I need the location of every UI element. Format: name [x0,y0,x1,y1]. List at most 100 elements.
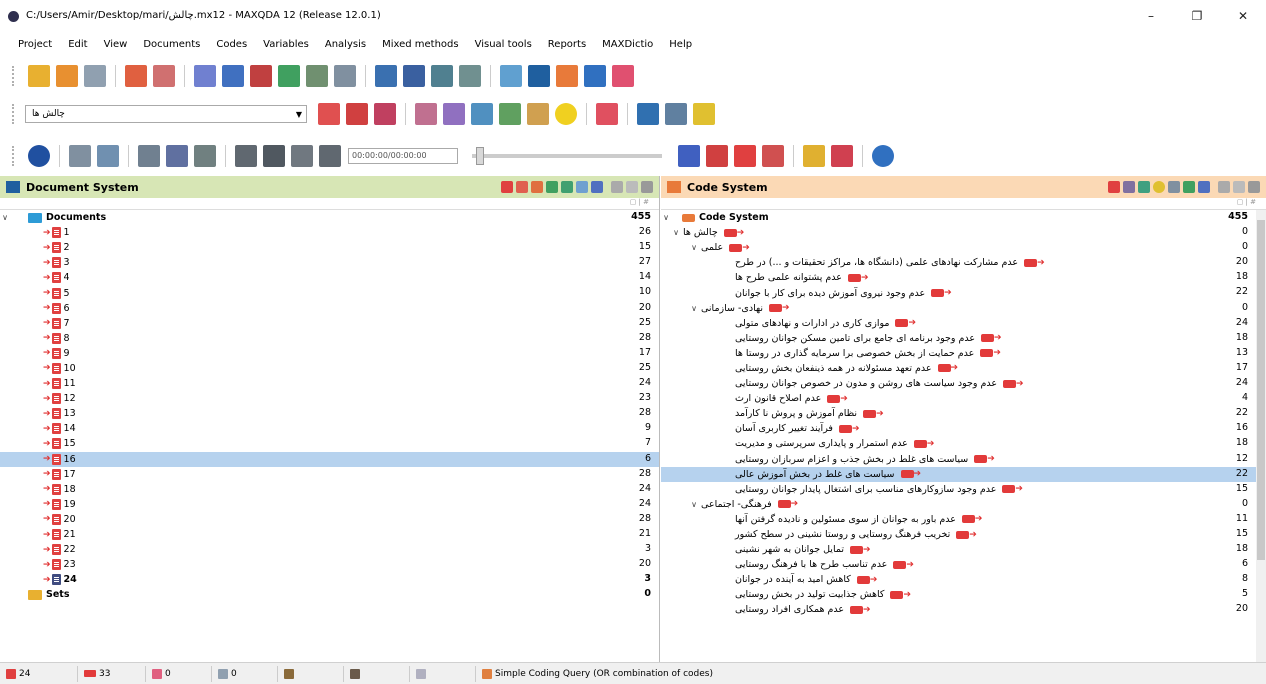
search-icon[interactable] [591,181,603,193]
media-slider[interactable] [472,147,662,165]
code-row[interactable]: ➔ عدم مشارکت نهادهای علمی (دانشگاه ها، مر… [661,255,1256,270]
transcription-icon[interactable] [69,145,91,167]
status-codes[interactable]: 33 [78,665,146,682]
new-code-icon[interactable] [1108,181,1120,193]
highlight-red-icon[interactable] [415,103,437,125]
activate-icon[interactable] [546,181,558,193]
doc-variables-icon[interactable] [375,65,397,87]
menu-visual-tools[interactable]: Visual tools [475,39,532,50]
document-group-icon[interactable] [531,181,543,193]
smiley-icon[interactable] [555,103,577,125]
status-memos[interactable]: 0 [146,665,212,682]
document-row[interactable]: ➔ 20 28 [0,512,659,527]
code-row[interactable]: ➔ سیاست های غلط در بخش آموزش عالی 22 [661,466,1256,482]
code-selector-dropdown[interactable]: چالش ها ▼ [25,105,307,123]
menu-reports[interactable]: Reports [548,39,586,50]
count-column-header[interactable]: ▢ | # [630,198,649,206]
slider-thumb[interactable] [476,147,484,165]
document-row[interactable]: ➔ 21 21 [0,527,659,542]
status-user2[interactable] [344,665,410,682]
menu-view[interactable]: View [104,39,128,50]
expand-icon[interactable]: ∨ [689,500,699,509]
close-panel-icon[interactable] [1248,181,1260,193]
code-row[interactable]: ➔ عدم وجود سازوکارهای مناسب برای اشتغال پ… [661,482,1256,497]
document-row[interactable]: ➔ 24 3 [0,572,659,587]
expand-icon[interactable]: ∨ [689,304,699,313]
toolbar-grip[interactable] [12,66,15,86]
code-row[interactable]: ➔ تخریب فرهنگ روستایی و روستا نشینی در سط… [661,527,1256,542]
toolbar-grip[interactable] [12,104,15,124]
code-row[interactable]: ➔ عدم همکاری افراد روستایی 20 [661,602,1256,617]
document-row[interactable]: ➔ 23 20 [0,557,659,572]
code-row[interactable]: ➔ نظام آموزش و پروش نا کارآمد 22 [661,406,1256,421]
code-group-row[interactable]: ∨ ➔ فرهنگی- اجتماعی 0 [661,497,1256,512]
smiley-icon[interactable] [1153,181,1165,193]
lexical-search-icon[interactable] [250,65,272,87]
status-documents[interactable]: 24 [0,665,78,682]
creative-coding-icon[interactable] [1138,181,1150,193]
code-group-row[interactable]: ∨ ➔ علمی 0 [661,240,1256,255]
variables-grid-icon[interactable] [278,65,300,87]
highlight-green-icon[interactable] [499,103,521,125]
document-row[interactable]: ➔ 13 28 [0,406,659,421]
expand-icon[interactable]: ∨ [0,213,10,222]
fast-forward-icon[interactable] [319,145,341,167]
search-icon[interactable] [222,65,244,87]
toolbar-grip[interactable] [12,146,15,166]
link-icon[interactable] [576,181,588,193]
document-row[interactable]: ➔ 1 26 [0,225,659,240]
add-memo-icon[interactable] [637,103,659,125]
code-row[interactable]: ➔ عدم استمرار و پایداری سرپرستی و مدیریت 1… [661,436,1256,451]
timestamp-icon[interactable] [97,145,119,167]
comment-icon[interactable] [693,103,715,125]
code-favorite-icon[interactable] [596,103,618,125]
undock-icon[interactable] [611,181,623,193]
code-row[interactable]: ➔ عدم تناسب طرح ها با فرهنگ روستایی 6 [661,557,1256,572]
code-system-toggle-icon[interactable] [556,65,578,87]
expand-icon[interactable]: ∨ [671,228,681,237]
maximize-button[interactable]: ❐ [1174,0,1220,32]
play-icon[interactable] [291,145,313,167]
new-project-icon[interactable] [28,65,50,87]
code-map-icon[interactable] [678,145,700,167]
document-row[interactable]: ➔ 7 25 [0,316,659,331]
code-sort-icon[interactable] [1123,181,1135,193]
retrieved-segments-icon[interactable] [459,65,481,87]
add-code-icon[interactable] [346,103,368,125]
code-system-root-row[interactable]: ∨ Code System 455 [661,210,1256,225]
rewind-icon[interactable] [235,145,257,167]
code-group-row[interactable]: ∨ ➔ چالش ها 0 [661,225,1256,240]
document-row[interactable]: ➔ 2 15 [0,240,659,255]
search-icon[interactable] [1198,181,1210,193]
document-portrait-icon[interactable] [803,145,825,167]
code-group-row[interactable]: ∨ ➔ نهادی- سازمانی 0 [661,301,1256,316]
code-variables-icon[interactable] [403,65,425,87]
undo-icon[interactable] [125,65,147,87]
undock-icon[interactable] [1218,181,1230,193]
documents-root-row[interactable]: ∨ Documents 455 [0,210,659,225]
document-row[interactable]: ➔ 9 17 [0,346,659,361]
code-row[interactable]: ➔ تمایل جوانان به شهر نشینی 18 [661,542,1256,557]
code-row[interactable]: ➔ عدم پشتوانه علمی طرح ها 18 [661,270,1256,285]
code-row[interactable]: ➔ عدم تعهد مسئولانه در همه ذینفعان بخش رو… [661,361,1256,376]
document-row[interactable]: ➔ 18 24 [0,482,659,497]
document-row[interactable]: ➔ 16 6 [0,451,659,467]
document-row[interactable]: ➔ 10 25 [0,361,659,376]
code-row[interactable]: ➔ فرآیند تغییر کاربری آسان 16 [661,421,1256,436]
code-row[interactable]: ➔ سیاست های غلط در بخش جذب و اعزام سربازا… [661,452,1256,467]
abc-dictionary-icon[interactable] [872,145,894,167]
code-relations-browser-icon[interactable] [734,145,756,167]
minimize-button[interactable]: – [1128,0,1174,32]
code-row[interactable]: ➔ عدم حمایت از بخش خصوصی برا سرمایه گذاری… [661,346,1256,361]
code-configuration-icon[interactable] [762,145,784,167]
maximize-panel-icon[interactable] [626,181,638,193]
code-row[interactable]: ➔ عدم وجود سیاست های روشن و مدون در خصوص … [661,376,1256,391]
document-row[interactable]: ➔ 15 7 [0,436,659,451]
document-row[interactable]: ➔ 14 9 [0,421,659,436]
code-row[interactable]: ➔ کاهش جذابیت تولید در بخش روستایی 5 [661,587,1256,602]
import-document-icon[interactable] [516,181,528,193]
code-row[interactable]: ➔ عدم وجود نیروی آموزش دیده برای کار با ج… [661,285,1256,300]
status-query[interactable]: Simple Coding Query (OR combination of c… [476,666,719,682]
document-row[interactable]: ➔ 4 14 [0,270,659,285]
document-row[interactable]: ➔ 5 10 [0,285,659,300]
